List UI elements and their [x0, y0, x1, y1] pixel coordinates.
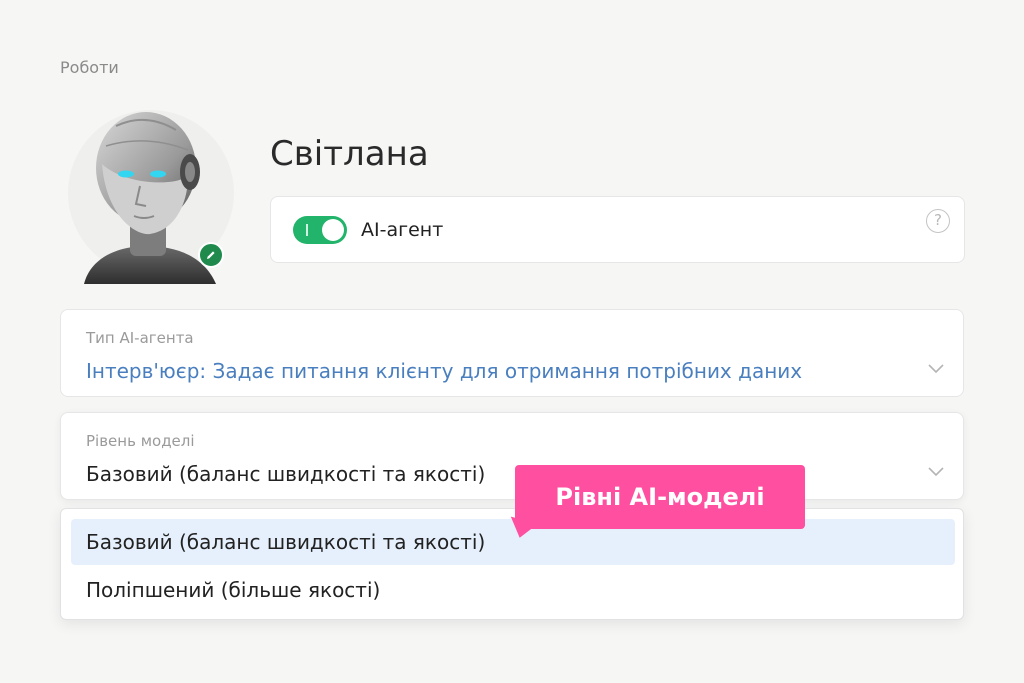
- pencil-icon: [207, 251, 215, 259]
- question-circle-icon[interactable]: ?: [926, 209, 950, 233]
- dropdown-option-improved[interactable]: Поліпшений (більше якості): [71, 567, 955, 613]
- robot-name: Світлана: [270, 134, 429, 174]
- agent-type-label: Тип AI-агента: [86, 329, 194, 347]
- page: Роботи Світлана AI-агент ? Тип AI-агента…: [0, 0, 1024, 683]
- model-level-value: Базовий (баланс швидкості та якості): [86, 462, 486, 486]
- agent-type-value: Інтерв'юєр: Задає питання клієнту для от…: [86, 359, 803, 383]
- edit-avatar-button[interactable]: [198, 242, 224, 268]
- ai-agent-toggle[interactable]: [293, 216, 347, 244]
- model-level-label: Рівень моделі: [86, 432, 195, 450]
- breadcrumb[interactable]: Роботи: [60, 58, 119, 77]
- ai-agent-label: AI-агент: [361, 219, 444, 241]
- ai-agent-card: AI-агент ?: [270, 196, 965, 263]
- callout-annotation: Рівні AI-моделі: [515, 465, 805, 529]
- agent-type-select[interactable]: Тип AI-агента Інтерв'юєр: Задає питання …: [60, 309, 964, 397]
- toggle-on-mark: [306, 224, 308, 236]
- toggle-knob: [322, 219, 344, 241]
- chevron-down-icon: [928, 364, 944, 374]
- chevron-down-icon: [928, 467, 944, 477]
- model-level-select[interactable]: Рівень моделі Базовий (баланс швидкості …: [60, 412, 964, 500]
- avatar[interactable]: [66, 106, 234, 284]
